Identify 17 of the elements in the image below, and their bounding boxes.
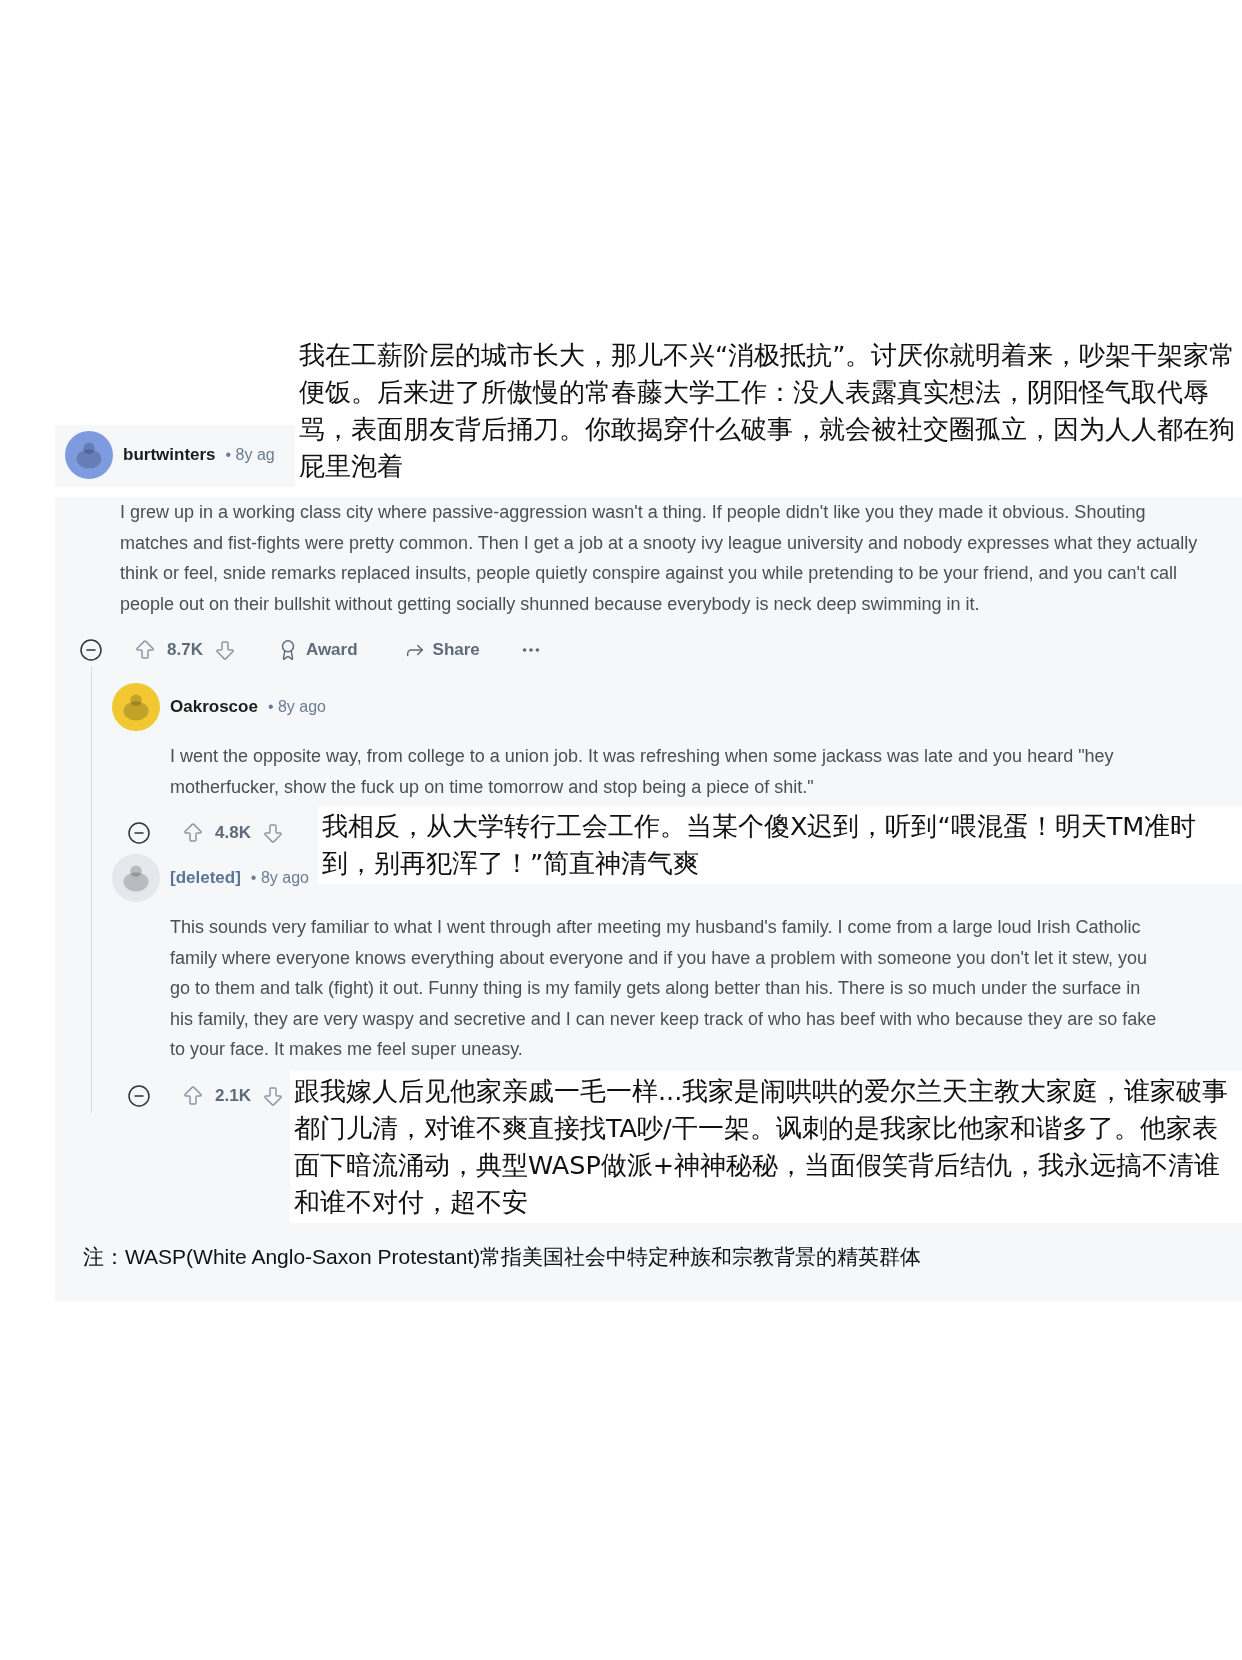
comment-text: I went the opposite way, from college to a union job. It was refreshing when some jackass was late and you heard "hey motherfucker, show the fuck up on time tomorrow and stop being a piece of shit." [170,745,1115,799]
share-button[interactable]: Share [397,635,486,665]
timestamp: • 8y ag [225,446,275,464]
username[interactable]: burtwinters [123,445,216,465]
vote-count: 2.1K [215,1085,251,1106]
username[interactable]: [deleted] [170,868,241,888]
vote-count: 8.7K [167,640,203,660]
vote-count: 4.8K [215,823,251,843]
comment-text: I grew up in a working class city where passive-aggression wasn't a thing. If people didn't like you they made it obvious. Shouting matches and fist-fights were pretty common. Then I get a job at a snooty ivy league university and nobody expresses what they actually think or feel, snide remarks replaced insults, people quietly conspire against you while pretending to be your friend, and you can't call people out on their bullshit without getting socially shunned because everybody is neck deep swimming in it. [120,501,1199,616]
comment-text: This sounds very familiar to what I went through after meeting my husband's family. I come from a large loud Irish Catholic family where everyone knows everything about everyone and if you have a problem with someone you don't let it stew, you go to them and talk (fight) it out. Funny thing is my family gets along better than his. There is so much under the surface in his family, they are very waspy and secretive and I can never keep track of who has beef with who because they are so fake to your face. It makes me feel super uneasy. [170,916,1158,1061]
translation-text: 我相反，从大学转行工会工作。当某个傻X迟到，听到“喂混蛋！明天TM准时到，别再犯浑了！”简直神清气爽 [318,806,1242,884]
username[interactable]: Oakroscoe [170,697,258,717]
translation-text: 跟我嫁人后见他家亲戚一毛一样...我家是闹哄哄的爱尔兰天主教大家庭，谁家破事都门儿清，对谁不爽直接找TA吵/干一架。讽刺的是我家比他家和谐多了。他家表面下暗流涌动，典型WASP做派+神神秘秘，当面假笑背后结仇，我永远搞不清谁和谁不对付，超不安 [290,1070,1242,1223]
timestamp: • 8y ago [250,869,309,887]
award-button[interactable]: Award [270,635,364,665]
footnote: 注：WASP(White Anglo-Saxon Protestant)常指美国社会中特定种族和宗教背景的精英群体 [83,1243,923,1270]
timestamp: • 8y ago [267,698,326,716]
